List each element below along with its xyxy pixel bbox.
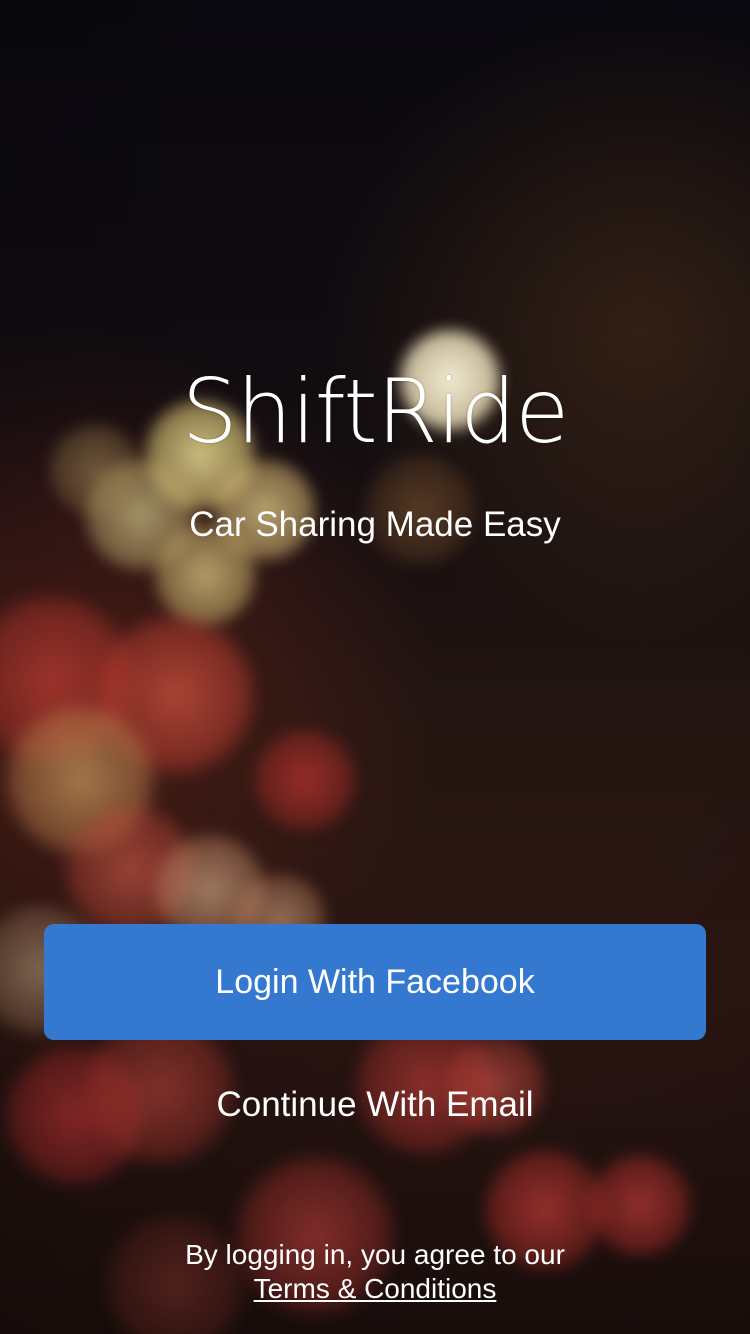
- continue-with-email-button[interactable]: Continue With Email: [150, 1074, 600, 1136]
- login-screen: ShiftRide Car Sharing Made Easy Login Wi…: [0, 0, 750, 1334]
- legal-notice: By logging in, you agree to our Terms & …: [0, 1238, 750, 1306]
- terms-conditions-link[interactable]: Terms & Conditions: [254, 1273, 497, 1304]
- app-title: ShiftRide: [181, 360, 570, 463]
- facebook-button-label: Login With Facebook: [215, 962, 535, 1001]
- email-button-label: Continue With Email: [216, 1085, 534, 1124]
- app-tagline: Car Sharing Made Easy: [189, 505, 561, 544]
- legal-agreement-text: By logging in, you agree to our: [185, 1239, 565, 1270]
- login-with-facebook-button[interactable]: Login With Facebook: [44, 924, 706, 1040]
